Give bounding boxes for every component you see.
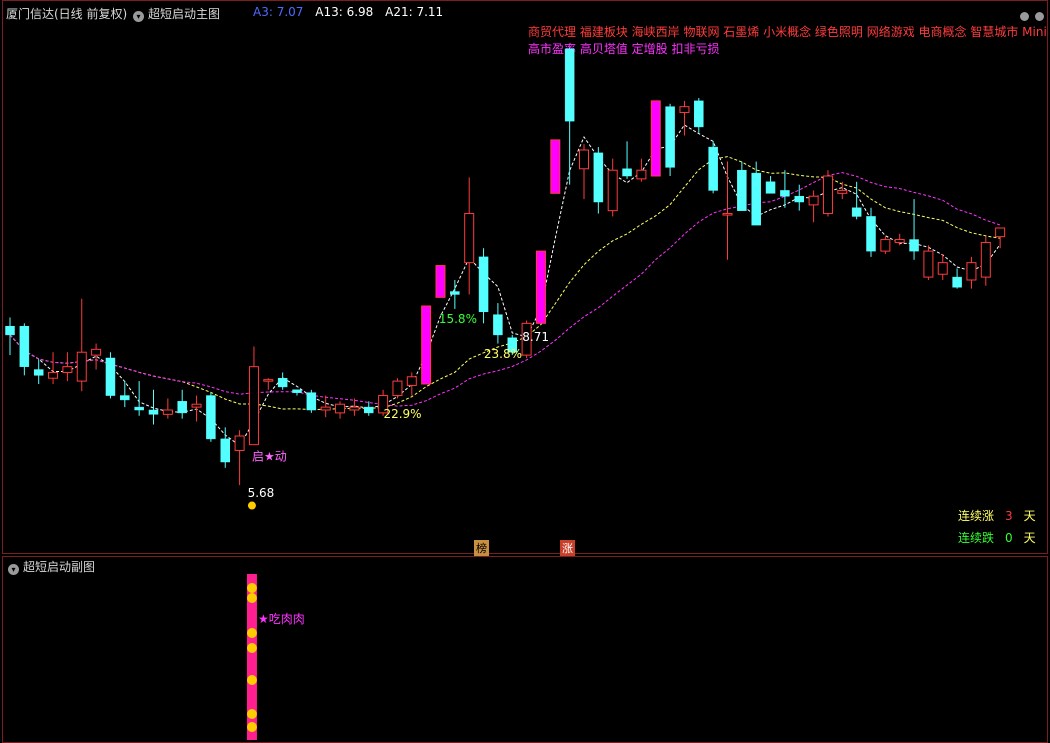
butterfly-icon xyxy=(247,501,256,510)
candle-body-down xyxy=(364,406,374,414)
candle-body-up xyxy=(995,227,1006,238)
candle-body-down xyxy=(851,207,862,217)
signal-marker-icon xyxy=(246,643,257,653)
candle-body-up xyxy=(320,406,331,411)
chart-annotation: 23.8% xyxy=(484,347,522,361)
candle-body-up xyxy=(48,371,59,379)
candle-body-down xyxy=(866,216,876,252)
candle-body-up xyxy=(76,351,87,382)
candle-body-down xyxy=(220,438,230,463)
candle-body-up xyxy=(248,366,259,446)
candle-body-up xyxy=(464,213,475,264)
candle-body-down xyxy=(909,239,919,252)
signal-marker-icon xyxy=(246,675,257,685)
candle-body-down xyxy=(206,395,216,440)
candle-body-up xyxy=(62,366,73,373)
candle-body-down xyxy=(694,100,704,128)
candle-body-down xyxy=(148,409,159,415)
candle-body-limit xyxy=(421,305,432,385)
candle-body-down xyxy=(665,106,675,168)
candle-body-up xyxy=(808,195,819,206)
signal-marker-icon xyxy=(246,628,257,638)
candle-body-up xyxy=(392,380,403,397)
candle-body-up xyxy=(607,169,618,212)
signal-marker-icon xyxy=(246,593,257,603)
candle-body-down xyxy=(765,181,776,194)
candle-body-up xyxy=(234,435,245,451)
candle-body-down xyxy=(120,395,130,401)
candle-body-down xyxy=(450,291,460,295)
candle-body-down xyxy=(105,357,116,396)
candle-body-up xyxy=(335,403,346,414)
candle-body-up xyxy=(722,213,733,216)
candle-body-up xyxy=(191,403,202,408)
ma13-line xyxy=(9,156,1001,411)
candle-body-up xyxy=(837,189,848,194)
candle-body-down xyxy=(277,377,288,388)
candle-body-limit xyxy=(535,250,546,324)
candle-body-down xyxy=(794,195,804,203)
signal-marker-icon xyxy=(246,722,257,732)
candlestick-chart[interactable]: 22.9% 23.8% 15.8% 8.71 5.68 启★动 xyxy=(0,0,1050,743)
candle-body-limit xyxy=(435,265,446,298)
chart-annotation: 15.8% xyxy=(439,312,477,326)
candle-body-down xyxy=(593,152,604,203)
signal-marker-icon xyxy=(246,583,257,593)
candle-body-down xyxy=(780,190,790,197)
candle-body-down xyxy=(952,276,962,288)
candle-body-down xyxy=(622,168,632,177)
chart-annotation: 5.68 xyxy=(248,486,275,500)
candle-body-up xyxy=(91,348,102,356)
ma21-line xyxy=(9,172,1001,407)
candle-body-down xyxy=(292,389,302,393)
candle-body-down xyxy=(564,48,575,122)
chart-annotation: 22.9% xyxy=(383,407,421,421)
candle-body-down xyxy=(737,169,747,211)
candle-body-up xyxy=(679,106,690,113)
candle-body-down xyxy=(19,325,30,367)
candle-body-up xyxy=(894,239,905,243)
candle-body-down xyxy=(751,172,761,226)
candle-body-down xyxy=(493,314,503,336)
candle-body-up xyxy=(980,241,991,278)
candle-body-up xyxy=(406,376,417,386)
candle-body-down xyxy=(134,406,144,411)
candle-body-down xyxy=(306,392,317,411)
candle-body-down xyxy=(5,325,15,336)
candle-body-up xyxy=(937,262,948,275)
candle-body-up xyxy=(923,250,934,278)
candle-body-up xyxy=(966,262,977,281)
candle-body-down xyxy=(33,369,44,376)
candle-body-limit xyxy=(650,100,661,177)
candle-body-up xyxy=(636,169,647,180)
candle-body-up xyxy=(579,149,589,170)
candle-body-up xyxy=(263,379,274,382)
signal-marker-icon xyxy=(246,709,257,719)
candle-body-down xyxy=(708,146,718,191)
chart-annotation: 8.71 xyxy=(522,330,549,344)
candle-body-up xyxy=(880,239,891,252)
candle-body-limit xyxy=(550,139,561,194)
chart-annotation: 启★动 xyxy=(252,450,287,464)
candle-body-up xyxy=(822,175,833,215)
candle-body-down xyxy=(177,401,187,414)
candle-body-up xyxy=(349,406,360,411)
candle-body-up xyxy=(162,409,173,415)
ma3-line xyxy=(9,124,1001,447)
candle-body-down xyxy=(478,256,489,313)
